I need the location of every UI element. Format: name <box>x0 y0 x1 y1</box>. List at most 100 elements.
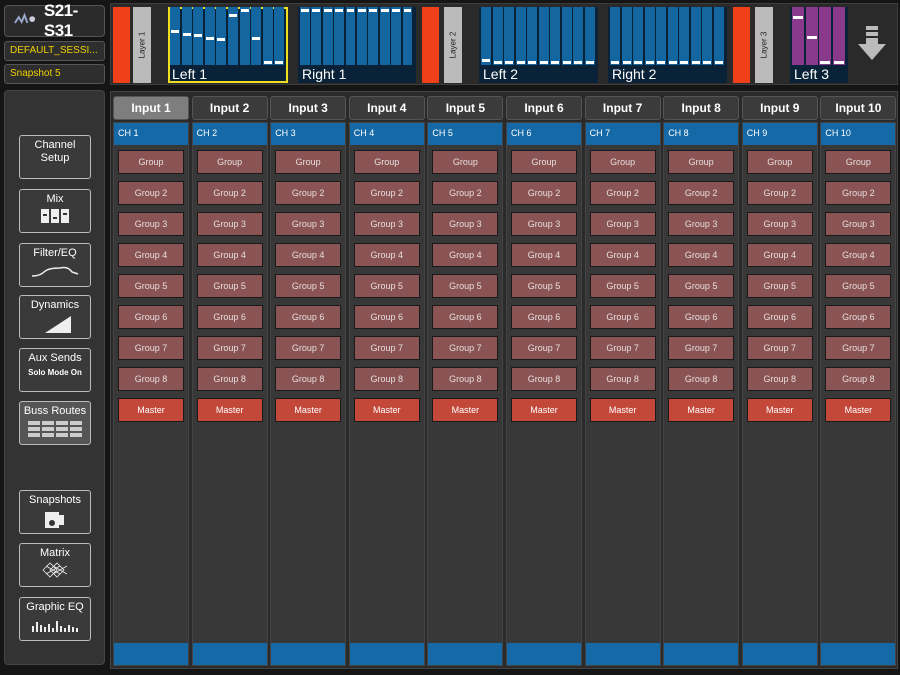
route-group-button[interactable]: Group 8 <box>353 367 420 391</box>
fader-channel[interactable] <box>334 7 345 65</box>
fader-channel[interactable] <box>481 7 491 65</box>
fader-cap[interactable] <box>335 8 344 12</box>
route-group-button[interactable]: Group 8 <box>825 367 892 391</box>
fader-cap[interactable] <box>703 61 711 65</box>
fader-cap[interactable] <box>403 8 412 12</box>
fader-channel[interactable] <box>311 7 322 65</box>
fader-cap[interactable] <box>275 61 284 65</box>
fader-group-left-1[interactable]: Left 1 <box>168 7 288 83</box>
fader-group-left-2[interactable]: Left 2 <box>479 7 598 83</box>
route-group-button[interactable]: Group 7 <box>275 336 342 360</box>
route-group-button[interactable]: Group 6 <box>511 305 577 329</box>
fader-cap[interactable] <box>820 61 830 65</box>
channel-header-tab[interactable]: Input 1 <box>113 96 189 120</box>
sidebar-item-mix[interactable]: Mix <box>19 189 91 233</box>
fader-cap[interactable] <box>645 61 654 65</box>
route-group-button[interactable]: Group 2 <box>511 181 577 205</box>
fader-channel[interactable] <box>713 7 724 65</box>
channel-name-bar[interactable]: CH 3 <box>271 123 346 145</box>
fader-cap[interactable] <box>301 8 309 12</box>
fader-channel[interactable] <box>368 7 379 65</box>
route-group-button[interactable]: Group 8 <box>118 367 184 391</box>
route-group-button[interactable]: Group 3 <box>668 212 735 236</box>
fader-channel[interactable] <box>656 7 666 65</box>
route-group-button[interactable]: Group 6 <box>432 305 499 329</box>
fader-cap[interactable] <box>585 61 594 65</box>
route-group-button[interactable]: Group 4 <box>196 243 263 267</box>
channel-footer-bar[interactable] <box>664 643 739 665</box>
channel-footer-bar[interactable] <box>507 643 581 665</box>
route-group-button[interactable]: Group 3 <box>275 212 342 236</box>
fader-channel[interactable] <box>262 7 273 65</box>
fader-cap[interactable] <box>358 8 366 12</box>
route-master-button[interactable]: Master <box>746 398 813 422</box>
route-group-button[interactable]: Group 5 <box>589 274 656 298</box>
route-group-button[interactable]: Group 8 <box>668 367 735 391</box>
fader-channel[interactable] <box>170 7 181 65</box>
channel-footer-bar[interactable] <box>585 643 660 665</box>
layer-1-tab[interactable]: Layer 1 <box>133 7 151 83</box>
route-group-button[interactable]: Group <box>118 150 184 174</box>
route-group-button[interactable]: Group 5 <box>825 274 892 298</box>
channel-footer-bar[interactable] <box>271 643 346 665</box>
fader-cap[interactable] <box>171 29 180 33</box>
channel-footer-bar[interactable] <box>821 643 896 665</box>
channel-name-bar[interactable]: CH 10 <box>821 123 896 145</box>
route-master-button[interactable]: Master <box>118 398 184 422</box>
sidebar-item-aux-sends[interactable]: Aux Sends Solo Mode On <box>19 348 91 392</box>
route-group-button[interactable]: Group 4 <box>275 243 342 267</box>
route-group-button[interactable]: Group 2 <box>432 181 499 205</box>
fader-cap[interactable] <box>205 36 214 40</box>
fader-cap[interactable] <box>539 61 548 65</box>
sidebar-item-filter-eq[interactable]: Filter/EQ <box>19 243 91 287</box>
route-group-button[interactable]: Group 3 <box>746 212 813 236</box>
channel-footer-bar[interactable] <box>742 643 817 665</box>
channel-footer-bar[interactable] <box>428 643 503 665</box>
sidebar-item-dynamics[interactable]: Dynamics <box>19 295 91 339</box>
fader-cap[interactable] <box>493 61 502 65</box>
route-group-button[interactable]: Group <box>746 150 813 174</box>
fader-channel[interactable] <box>515 7 526 65</box>
route-group-button[interactable]: Group 6 <box>196 305 263 329</box>
route-group-button[interactable]: Group 2 <box>825 181 892 205</box>
channel-header-tab[interactable]: Input 4 <box>348 96 425 120</box>
fader-cap[interactable] <box>369 8 378 12</box>
route-group-button[interactable]: Group 6 <box>275 305 342 329</box>
fader-channel[interactable] <box>379 7 390 65</box>
channel-footer-bar[interactable] <box>192 643 267 665</box>
fader-group-right-2[interactable]: Right 2 <box>608 7 727 83</box>
route-group-button[interactable]: Group 2 <box>353 181 420 205</box>
fader-channel[interactable] <box>690 7 701 65</box>
fader-cap[interactable] <box>574 61 582 65</box>
route-group-button[interactable]: Group 6 <box>118 305 184 329</box>
route-group-button[interactable]: Group <box>432 150 499 174</box>
fader-cap[interactable] <box>194 33 203 37</box>
fader-channel[interactable] <box>251 7 262 65</box>
fader-channel[interactable] <box>492 7 503 65</box>
fader-channel[interactable] <box>239 7 250 65</box>
snapshot-name-field[interactable]: Snapshot 5 <box>4 64 105 84</box>
route-group-button[interactable]: Group 5 <box>511 274 577 298</box>
route-group-button[interactable]: Group 3 <box>353 212 420 236</box>
route-group-button[interactable]: Group 4 <box>825 243 892 267</box>
channel-name-bar[interactable]: CH 8 <box>664 123 739 145</box>
fader-channel[interactable] <box>573 7 583 65</box>
route-master-button[interactable]: Master <box>196 398 263 422</box>
channel-name-bar[interactable]: CH 2 <box>192 123 267 145</box>
fader-cap[interactable] <box>323 8 332 12</box>
fader-group-left-3[interactable]: Left 3 <box>790 7 848 83</box>
fader-cap[interactable] <box>312 8 321 12</box>
fader-channel[interactable] <box>584 7 595 65</box>
fader-channel[interactable] <box>322 7 333 65</box>
fader-channel[interactable] <box>345 7 356 65</box>
route-group-button[interactable]: Group 5 <box>353 274 420 298</box>
route-group-button[interactable]: Group 3 <box>118 212 184 236</box>
route-group-button[interactable]: Group 8 <box>511 367 577 391</box>
route-group-button[interactable]: Group 4 <box>353 243 420 267</box>
fader-cap[interactable] <box>392 8 401 12</box>
route-group-button[interactable]: Group 6 <box>668 305 735 329</box>
route-master-button[interactable]: Master <box>353 398 420 422</box>
fader-cap[interactable] <box>240 8 249 12</box>
fader-channel[interactable] <box>402 7 413 65</box>
fader-channel[interactable] <box>391 7 402 65</box>
